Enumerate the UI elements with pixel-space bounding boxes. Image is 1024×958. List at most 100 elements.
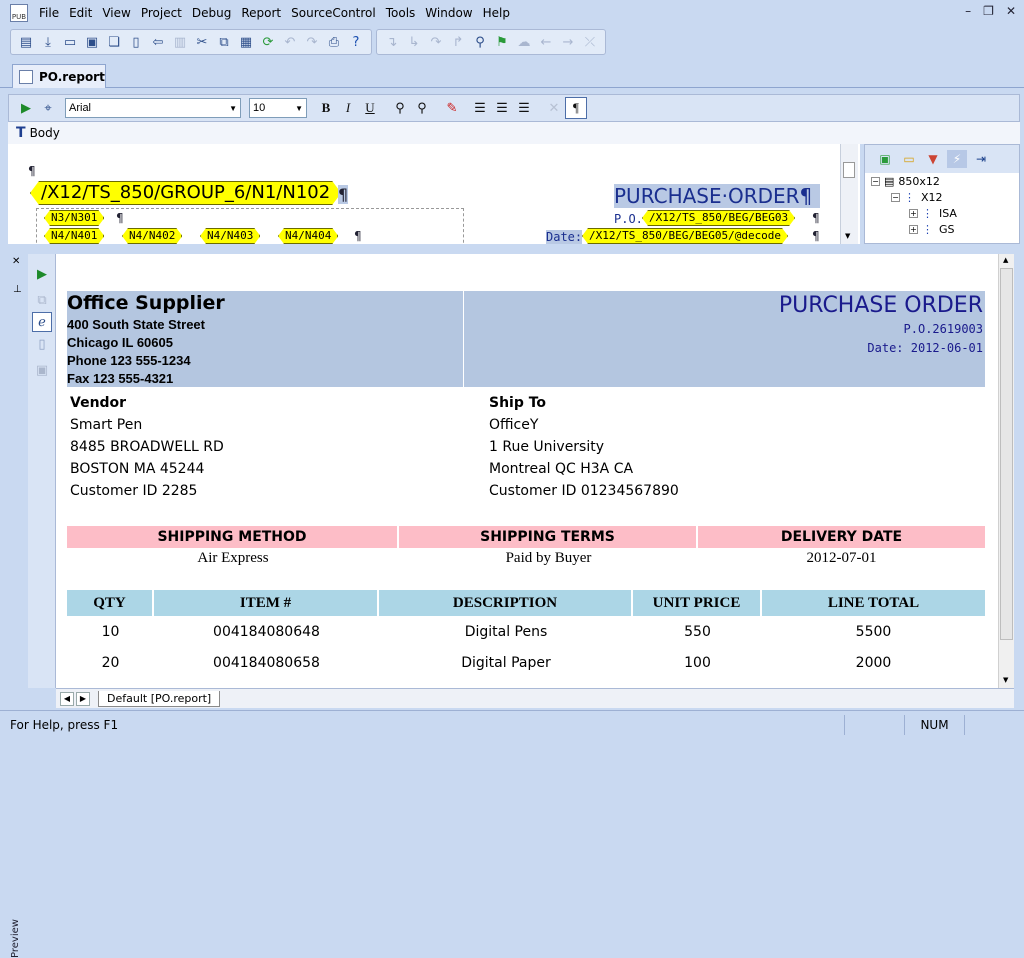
menu-project[interactable]: Project xyxy=(136,0,187,26)
design-surface[interactable]: ¶ /X12/TS_850/GROUP_6/N1/N102 ¶ N3/N301 … xyxy=(8,144,860,244)
report-preview[interactable]: Office Supplier 400 South State Street C… xyxy=(56,254,998,688)
run-icon[interactable]: ▶ xyxy=(32,264,52,284)
save-icon[interactable]: ▣ xyxy=(81,31,103,53)
scroll-thumb[interactable] xyxy=(1000,268,1013,640)
run-icon[interactable]: ▶ xyxy=(15,97,37,119)
font-family-select[interactable]: Arial ▼ xyxy=(65,98,241,118)
field-tag-n402[interactable]: N4/N402 xyxy=(122,228,182,244)
preview-panel-label[interactable]: Preview xyxy=(10,918,26,958)
zoom-in-icon[interactable]: ⚲ xyxy=(389,97,411,119)
field-tag-n401[interactable]: N4/N401 xyxy=(44,228,104,244)
design-scrollbar[interactable]: ▼ xyxy=(840,144,858,244)
copy-window-icon[interactable]: ❏ xyxy=(103,31,125,53)
binoculars-icon[interactable]: ⚲ xyxy=(469,31,491,53)
redo-icon[interactable]: ↷ xyxy=(301,31,323,53)
menu-edit[interactable]: Edit xyxy=(64,0,97,26)
pane-splitter[interactable] xyxy=(8,244,1020,254)
collapse-icon[interactable]: − xyxy=(891,193,900,202)
scroll-down-icon[interactable]: ▼ xyxy=(1003,676,1008,684)
tree-node-isa[interactable]: + ⋮ ISA xyxy=(909,207,957,220)
chevron-right-icon[interactable]: ▶ xyxy=(76,691,90,706)
breakpoint-icon[interactable]: ⚑ xyxy=(491,31,513,53)
menu-window[interactable]: Window xyxy=(420,0,477,26)
field-tag-beg03[interactable]: /X12/TS_850/BEG/BEG03 xyxy=(642,210,795,226)
menu-report[interactable]: Report xyxy=(236,0,286,26)
pin-icon[interactable]: ⊥ xyxy=(13,284,22,295)
pilcrow-toggle-button[interactable]: ¶ xyxy=(565,97,587,119)
copy-icon[interactable]: ⧉ xyxy=(213,31,235,53)
scroll-thumb[interactable] xyxy=(843,162,855,178)
tab-po-report[interactable]: PO.report xyxy=(12,64,106,88)
lightning-icon[interactable]: ⚡ xyxy=(947,150,967,168)
step-icon[interactable]: ↴ xyxy=(381,31,403,53)
structure-icon[interactable]: ⧉ xyxy=(32,290,52,310)
color-pen-icon[interactable]: ✎ xyxy=(441,97,463,119)
text-preview-icon[interactable]: ▯ xyxy=(32,334,52,354)
underline-button[interactable]: U xyxy=(359,97,381,119)
undo-icon[interactable]: ↶ xyxy=(279,31,301,53)
arrow-right-icon[interactable]: → xyxy=(557,31,579,53)
menu-tools[interactable]: Tools xyxy=(381,0,421,26)
bold-button[interactable]: B xyxy=(315,97,337,119)
close-icon[interactable]: ✕ xyxy=(1006,4,1016,18)
refresh-icon[interactable]: ⟳ xyxy=(257,31,279,53)
comment-icon[interactable]: ☁ xyxy=(513,31,535,53)
tree-node-root[interactable]: − ▤ 850x12 xyxy=(871,175,940,188)
menu-view[interactable]: View xyxy=(97,0,135,26)
lock-icon[interactable]: ▥ xyxy=(169,31,191,53)
folder-icon[interactable]: ▭ xyxy=(899,150,919,168)
paste-icon[interactable]: ▦ xyxy=(235,31,257,53)
cut-icon[interactable]: ✂ xyxy=(191,31,213,53)
align-right-icon[interactable]: ☰ xyxy=(513,97,535,119)
step-into-icon[interactable]: ↳ xyxy=(403,31,425,53)
restore-icon[interactable]: ❐ xyxy=(983,4,994,18)
align-center-icon[interactable]: ☰ xyxy=(491,97,513,119)
pointer-icon[interactable]: ⌖ xyxy=(37,97,59,119)
filter-icon[interactable]: ▼ xyxy=(923,150,943,168)
field-tag-n301[interactable]: N3/N301 xyxy=(44,210,104,226)
zoom-out-icon[interactable]: ⚲ xyxy=(411,97,433,119)
app-icon[interactable]: PUB xyxy=(10,4,28,22)
delete-icon[interactable]: ✕ xyxy=(543,97,565,119)
close-icon[interactable]: ✕ xyxy=(12,256,20,267)
field-tag-beg05[interactable]: /X12/TS_850/BEG/BEG05/@decode xyxy=(582,228,788,244)
download-icon[interactable]: ⤓ xyxy=(37,31,59,53)
step-out-icon[interactable]: ↱ xyxy=(447,31,469,53)
menu-help[interactable]: Help xyxy=(478,0,515,26)
tree-node-gs[interactable]: + ⋮ GS xyxy=(909,223,955,236)
expand-icon[interactable]: + xyxy=(909,209,918,218)
tree-node-x12[interactable]: − ⋮ X12 xyxy=(891,191,943,204)
field-tag-n102[interactable]: /X12/TS_850/GROUP_6/N1/N102 xyxy=(30,181,341,205)
align-left-icon[interactable]: ☰ xyxy=(469,97,491,119)
import-icon[interactable]: ⇦ xyxy=(147,31,169,53)
preview-scrollbar[interactable]: ▲ ▼ xyxy=(998,254,1014,688)
scroll-up-icon[interactable]: ▲ xyxy=(1003,256,1008,264)
page-icon[interactable]: ▯ xyxy=(125,31,147,53)
menu-sourcecontrol[interactable]: SourceControl xyxy=(286,0,381,26)
dock-icon[interactable]: ⇥ xyxy=(971,150,991,168)
preview-tab-default[interactable]: Default [PO.report] xyxy=(98,690,221,707)
browser-preview-icon[interactable]: ℯ xyxy=(32,312,52,332)
italic-button[interactable]: I xyxy=(337,97,359,119)
minimize-icon[interactable]: – xyxy=(965,4,971,18)
field-tag-n404[interactable]: N4/N404 xyxy=(278,228,338,244)
design-title[interactable]: PURCHASE·ORDER¶ xyxy=(614,184,820,208)
expand-icon[interactable]: + xyxy=(909,225,918,234)
collapse-icon[interactable]: − xyxy=(871,177,880,186)
step-over-icon[interactable]: ↷ xyxy=(425,31,447,53)
chevron-left-icon[interactable]: ◀ xyxy=(60,691,74,706)
pages-icon[interactable]: ▣ xyxy=(32,360,52,380)
new-icon[interactable]: ▤ xyxy=(15,31,37,53)
scroll-down-icon[interactable]: ▼ xyxy=(845,232,850,240)
font-size-select[interactable]: 10 ▼ xyxy=(249,98,307,118)
clear-icon[interactable]: ⤫ xyxy=(579,31,601,53)
open-folder-icon[interactable]: ▭ xyxy=(59,31,81,53)
help-icon[interactable]: ? xyxy=(345,31,367,53)
menu-file[interactable]: File xyxy=(34,0,64,26)
arrow-left-icon[interactable]: ← xyxy=(535,31,557,53)
field-tag-n403[interactable]: N4/N403 xyxy=(200,228,260,244)
menu-debug[interactable]: Debug xyxy=(187,0,236,26)
add-node-icon[interactable]: ▣ xyxy=(875,150,895,168)
body-label[interactable]: Body xyxy=(30,126,60,140)
print-icon[interactable]: ⎙ xyxy=(323,31,345,53)
